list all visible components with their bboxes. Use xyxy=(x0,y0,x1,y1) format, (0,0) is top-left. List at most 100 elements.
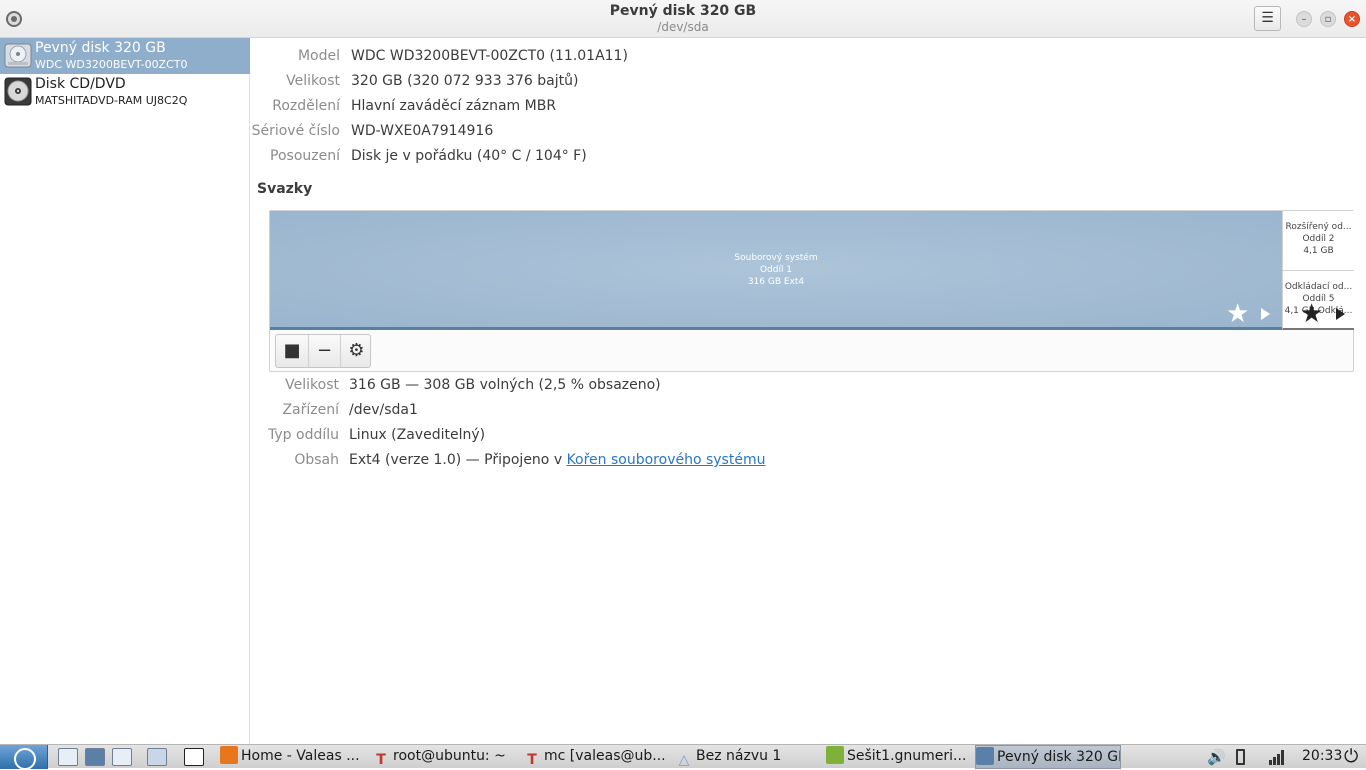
model-value: WDC WD3200BEVT-00ZCT0 (11.01A11) xyxy=(351,48,628,64)
volume-type-label: Typ oddílu xyxy=(268,427,339,443)
network-signal-icon[interactable] xyxy=(1268,749,1286,765)
minus-icon: − xyxy=(316,340,333,361)
mounted-play-icon xyxy=(1261,308,1270,320)
drive-model: WDC WD3200BEVT-00ZCT0 xyxy=(35,58,188,71)
partitioning-value: Hlavní zaváděcí záznam MBR xyxy=(351,98,557,114)
size-label: Velikost xyxy=(286,73,340,89)
volume-partition-1-label: Souborový systém Oddíl 1 316 GB Ext4 xyxy=(270,252,1282,288)
close-button[interactable]: × xyxy=(1344,11,1360,27)
task-label: Home - Valeas ... xyxy=(241,748,360,764)
drive-item-hdd[interactable]: Pevný disk 320 GB WDC WD3200BEVT-00ZCT0 xyxy=(0,38,250,74)
hamburger-icon: ☰ xyxy=(1261,10,1274,26)
task-label: Pevný disk 320 GB xyxy=(997,749,1121,765)
blank-window-launcher[interactable] xyxy=(184,748,204,766)
assessment-label: Posouzení xyxy=(270,148,340,164)
volume-toolbar: ■ − ⚙ xyxy=(275,334,371,368)
libreoffice-draw-icon: △ xyxy=(678,752,690,768)
task-terminal-mc[interactable]: Tmc [valeas@ub... xyxy=(523,745,668,769)
drive-name: Pevný disk 320 GB xyxy=(35,40,166,56)
window-title: Pevný disk 320 GB xyxy=(609,3,757,19)
volume-partition-number: Oddíl 2 xyxy=(1302,234,1335,244)
volume-device-value: /dev/sda1 xyxy=(349,402,418,418)
window-title-area: Pevný disk 320 GB /dev/sda xyxy=(0,3,1366,35)
volume-size: 316 GB Ext4 xyxy=(747,277,805,287)
serial-label: Sériové číslo xyxy=(251,123,340,139)
taskbar: Home - Valeas ... Troot@ubuntu: ~ Tmc [v… xyxy=(0,744,1366,770)
volume-type-value: Linux (Zaveditelný) xyxy=(349,427,486,443)
battery-icon[interactable] xyxy=(1236,749,1245,765)
info-row-partitioning: Rozdělení Hlavní zaváděcí záznam MBR xyxy=(251,98,1351,116)
volume-row-device: Zařízení /dev/sda1 xyxy=(251,402,1351,420)
task-gnumeric[interactable]: Sešit1.gnumeri... xyxy=(826,745,971,769)
volume-row-type: Typ oddílu Linux (Zaveditelný) xyxy=(251,427,1351,445)
power-icon[interactable]: ⏻ xyxy=(1344,746,1358,767)
volume-type: Rozšířený od... xyxy=(1285,222,1352,232)
firefox-icon xyxy=(220,746,238,764)
serial-value: WD-WXE0A7914916 xyxy=(351,123,494,139)
file-manager-launcher[interactable] xyxy=(58,748,78,766)
volume-contents-label: Obsah xyxy=(294,452,339,468)
model-label: Model xyxy=(297,48,340,64)
gnumeric-icon xyxy=(826,746,844,764)
hard-disk-icon xyxy=(4,43,32,68)
info-row-size: Velikost 320 GB (320 072 933 376 bajtů) xyxy=(251,73,1351,91)
drive-item-optical[interactable]: Disk CD/DVD MATSHITADVD-RAM UJ8C2Q xyxy=(0,74,250,110)
maximize-button[interactable]: ▫ xyxy=(1320,11,1336,27)
delete-partition-button[interactable]: − xyxy=(308,335,340,367)
menu-button[interactable]: ☰ xyxy=(1254,6,1281,31)
stop-icon: ■ xyxy=(283,340,301,361)
task-label: mc [valeas@ub... xyxy=(544,748,666,764)
star-icon: ★ xyxy=(1300,299,1324,329)
volume-row-contents: Obsah Ext4 (verze 1.0) — Připojeno v Koř… xyxy=(251,452,1351,470)
volume-type: Souborový systém xyxy=(734,253,818,263)
task-draw[interactable]: △ Bez názvu 1 xyxy=(675,745,820,769)
drive-name: Disk CD/DVD xyxy=(35,76,126,92)
volume-partition-number: Oddíl 1 xyxy=(759,265,793,275)
mount-point-link[interactable]: Kořen souborového systému xyxy=(567,452,766,468)
drive-list: Pevný disk 320 GB WDC WD3200BEVT-00ZCT0 … xyxy=(0,38,250,744)
gear-icon: ⚙ xyxy=(348,340,365,361)
task-firefox[interactable]: Home - Valeas ... xyxy=(220,745,365,769)
optical-disc-icon xyxy=(4,77,32,106)
contents-text: Ext4 (verze 1.0) — Připojeno v xyxy=(349,452,563,468)
window-launcher[interactable] xyxy=(112,748,132,766)
workspace-launcher[interactable] xyxy=(85,748,105,766)
volume-size: 4,1 GB xyxy=(1303,246,1334,256)
assessment-value: Disk je v pořádku (40° C / 104° F) xyxy=(351,148,587,164)
terminal-icon: T xyxy=(527,752,537,768)
partitioning-label: Rozdělení xyxy=(272,98,340,114)
info-row-serial: Sériové číslo WD-WXE0A7914916 xyxy=(251,123,1351,141)
volume-partition-5[interactable]: Odkládací od... Oddíl 5 4,1 GB Odklá... … xyxy=(1282,271,1354,330)
volumes-heading: Svazky xyxy=(257,181,313,197)
maximize-icon: ▫ xyxy=(1324,14,1332,25)
disk-details: Model WDC WD3200BEVT-00ZCT0 (11.01A11) V… xyxy=(251,38,1366,744)
task-disks-active[interactable]: Pevný disk 320 GB xyxy=(975,745,1121,769)
volume-partition-2[interactable]: Rozšířený od... Oddíl 2 4,1 GB xyxy=(1282,211,1354,271)
volume-type: Odkládací od... xyxy=(1284,282,1353,292)
clock[interactable]: 20:33 xyxy=(1302,745,1342,768)
volume-partition-1[interactable]: Souborový systém Oddíl 1 316 GB Ext4 ★ xyxy=(270,211,1282,330)
task-label: root@ubuntu: ~ xyxy=(393,748,506,764)
size-value: 320 GB (320 072 933 376 bajtů) xyxy=(351,73,579,89)
mounted-play-icon xyxy=(1336,308,1345,320)
star-icon: ★ xyxy=(1226,299,1250,329)
volumes-map: Souborový systém Oddíl 1 316 GB Ext4 ★ R… xyxy=(269,210,1354,372)
minimize-button[interactable]: – xyxy=(1296,11,1312,27)
info-row-model: Model WDC WD3200BEVT-00ZCT0 (11.01A11) xyxy=(251,48,1351,66)
stop-button[interactable]: ■ xyxy=(276,335,308,367)
start-menu-button[interactable] xyxy=(0,745,48,770)
volume-size-value: 316 GB — 308 GB volných (2,5 % obsazeno) xyxy=(349,377,661,393)
settings-button[interactable]: ⚙ xyxy=(340,335,372,367)
task-terminal-root[interactable]: Troot@ubuntu: ~ xyxy=(372,745,517,769)
task-label: Bez názvu 1 xyxy=(696,748,782,764)
volume-device-label: Zařízení xyxy=(282,402,339,418)
volume-icon[interactable]: 🔊 xyxy=(1207,748,1226,766)
title-bar: Pevný disk 320 GB /dev/sda ☰ – ▫ × xyxy=(0,0,1366,38)
close-icon: × xyxy=(1347,14,1357,25)
volume-row-size: Velikost 316 GB — 308 GB volných (2,5 % … xyxy=(251,377,1351,395)
info-row-assessment: Posouzení Disk je v pořádku (40° C / 104… xyxy=(251,148,1351,166)
volume-size-label: Velikost xyxy=(285,377,339,393)
drive-model: MATSHITADVD-RAM UJ8C2Q xyxy=(35,94,188,107)
task-label: Sešit1.gnumeri... xyxy=(847,748,967,764)
show-desktop-launcher[interactable] xyxy=(147,748,167,766)
